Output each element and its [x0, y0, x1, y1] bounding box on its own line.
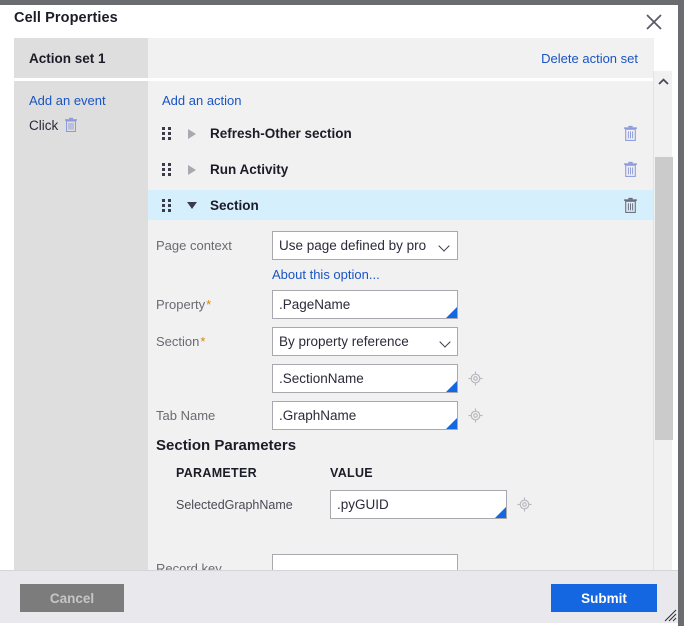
- record-key-row: Record key: [148, 553, 654, 570]
- property-row: Property*: [148, 289, 654, 319]
- action-label: Refresh-Other section: [210, 125, 352, 141]
- column-header-parameter: PARAMETER: [176, 466, 257, 480]
- add-an-action-link[interactable]: Add an action: [162, 93, 654, 108]
- parameter-value-input[interactable]: [330, 490, 507, 519]
- page-context-select[interactable]: Use page defined by pro: [272, 230, 458, 260]
- tab-name-input-wrap: [272, 400, 458, 430]
- events-panel: Add an event Click: [14, 81, 148, 570]
- action-label: Section: [210, 197, 259, 213]
- action-set-title: Action set 1: [14, 38, 148, 78]
- action-row[interactable]: Refresh-Other section: [148, 118, 654, 148]
- dialog-body: Action set 1 Delete action set Add an ev…: [0, 38, 678, 603]
- action-row[interactable]: Run Activity: [148, 154, 654, 184]
- about-option-spacer: [148, 267, 272, 282]
- drag-handle-icon[interactable]: [162, 162, 173, 176]
- property-label-text: Property: [156, 296, 206, 312]
- actions-panel: Add an action Refresh-Other section Run …: [148, 81, 654, 570]
- cell-properties-dialog: Cell Properties Action set 1 Delete acti…: [0, 5, 678, 623]
- section-action-form: Page context Use page defined by pro Abo…: [148, 226, 654, 570]
- dialog-titlebar: Cell Properties: [0, 5, 678, 38]
- triangle-down-icon[interactable]: [184, 199, 200, 212]
- record-key-label: Record key: [156, 560, 222, 571]
- section-parameters-header: PARAMETER VALUE: [148, 466, 654, 480]
- scrollable-content: Action set 1 Delete action set Add an ev…: [14, 38, 654, 570]
- submit-button[interactable]: Submit: [551, 584, 657, 612]
- tab-name-input[interactable]: [272, 400, 458, 430]
- trash-icon[interactable]: [623, 161, 638, 178]
- crosshair-icon[interactable]: [468, 407, 483, 423]
- section-name-input[interactable]: [272, 363, 458, 393]
- about-option-row: About this option...: [148, 267, 654, 282]
- close-icon[interactable]: [639, 7, 669, 37]
- crosshair-icon[interactable]: [468, 370, 483, 386]
- section-name-input-wrap: [272, 363, 458, 393]
- section-parameters-title: Section Parameters: [156, 437, 297, 454]
- trash-icon[interactable]: [623, 197, 638, 214]
- scrollbar-thumb[interactable]: [655, 157, 673, 440]
- section-select[interactable]: By property reference: [272, 326, 458, 356]
- add-an-event-link[interactable]: Add an event: [29, 93, 148, 108]
- parameter-name: SelectedGraphName: [176, 497, 293, 512]
- property-label: Property*: [148, 297, 272, 312]
- vertical-scrollbar[interactable]: [653, 71, 673, 603]
- section-row: Section* By property reference: [148, 326, 654, 356]
- record-key-input[interactable]: [272, 553, 458, 570]
- drag-handle-icon[interactable]: [162, 198, 173, 212]
- dialog-footer: Cancel Submit: [0, 570, 678, 623]
- section-select-wrap: By property reference: [272, 326, 458, 356]
- table-row: SelectedGraphName: [148, 490, 654, 519]
- record-key-input-wrap: [272, 553, 458, 570]
- chevron-up-icon[interactable]: [654, 73, 672, 90]
- trash-icon[interactable]: [64, 117, 78, 133]
- cancel-button[interactable]: Cancel: [20, 584, 124, 612]
- action-row[interactable]: Section: [148, 190, 654, 220]
- section-label-text: Section: [156, 333, 200, 349]
- action-label: Run Activity: [210, 161, 289, 177]
- section-label: Section*: [148, 334, 272, 349]
- resize-grip-icon[interactable]: [664, 609, 677, 622]
- page-title: Cell Properties: [14, 10, 118, 26]
- required-marker: *: [200, 333, 206, 349]
- tab-name-row: Tab Name: [148, 400, 654, 430]
- property-input-wrap: [272, 289, 458, 319]
- section-name-row: [148, 363, 654, 393]
- action-columns: Add an event Click Add an action Refresh…: [14, 81, 654, 570]
- parameter-value-wrap: [330, 490, 507, 519]
- action-set-header: Action set 1 Delete action set: [14, 38, 654, 81]
- tab-name-label: Tab Name: [156, 407, 216, 423]
- event-item-click[interactable]: Click: [29, 117, 148, 133]
- property-input[interactable]: [272, 289, 458, 319]
- trash-icon[interactable]: [623, 125, 638, 142]
- window-right-border: [678, 0, 684, 626]
- action-set-actions: Delete action set: [148, 38, 654, 78]
- triangle-right-icon[interactable]: [184, 127, 200, 140]
- page-context-select-wrap: Use page defined by pro: [272, 230, 458, 260]
- event-label: Click: [29, 117, 59, 133]
- about-this-option-link[interactable]: About this option...: [272, 267, 380, 282]
- drag-handle-icon[interactable]: [162, 126, 173, 140]
- triangle-right-icon[interactable]: [184, 163, 200, 176]
- column-header-value: VALUE: [330, 466, 373, 480]
- required-marker: *: [206, 296, 212, 312]
- page-context-row: Page context Use page defined by pro: [148, 230, 654, 260]
- page-context-label: Page context: [156, 237, 232, 253]
- delete-action-set-link[interactable]: Delete action set: [541, 51, 638, 66]
- crosshair-icon[interactable]: [517, 497, 532, 512]
